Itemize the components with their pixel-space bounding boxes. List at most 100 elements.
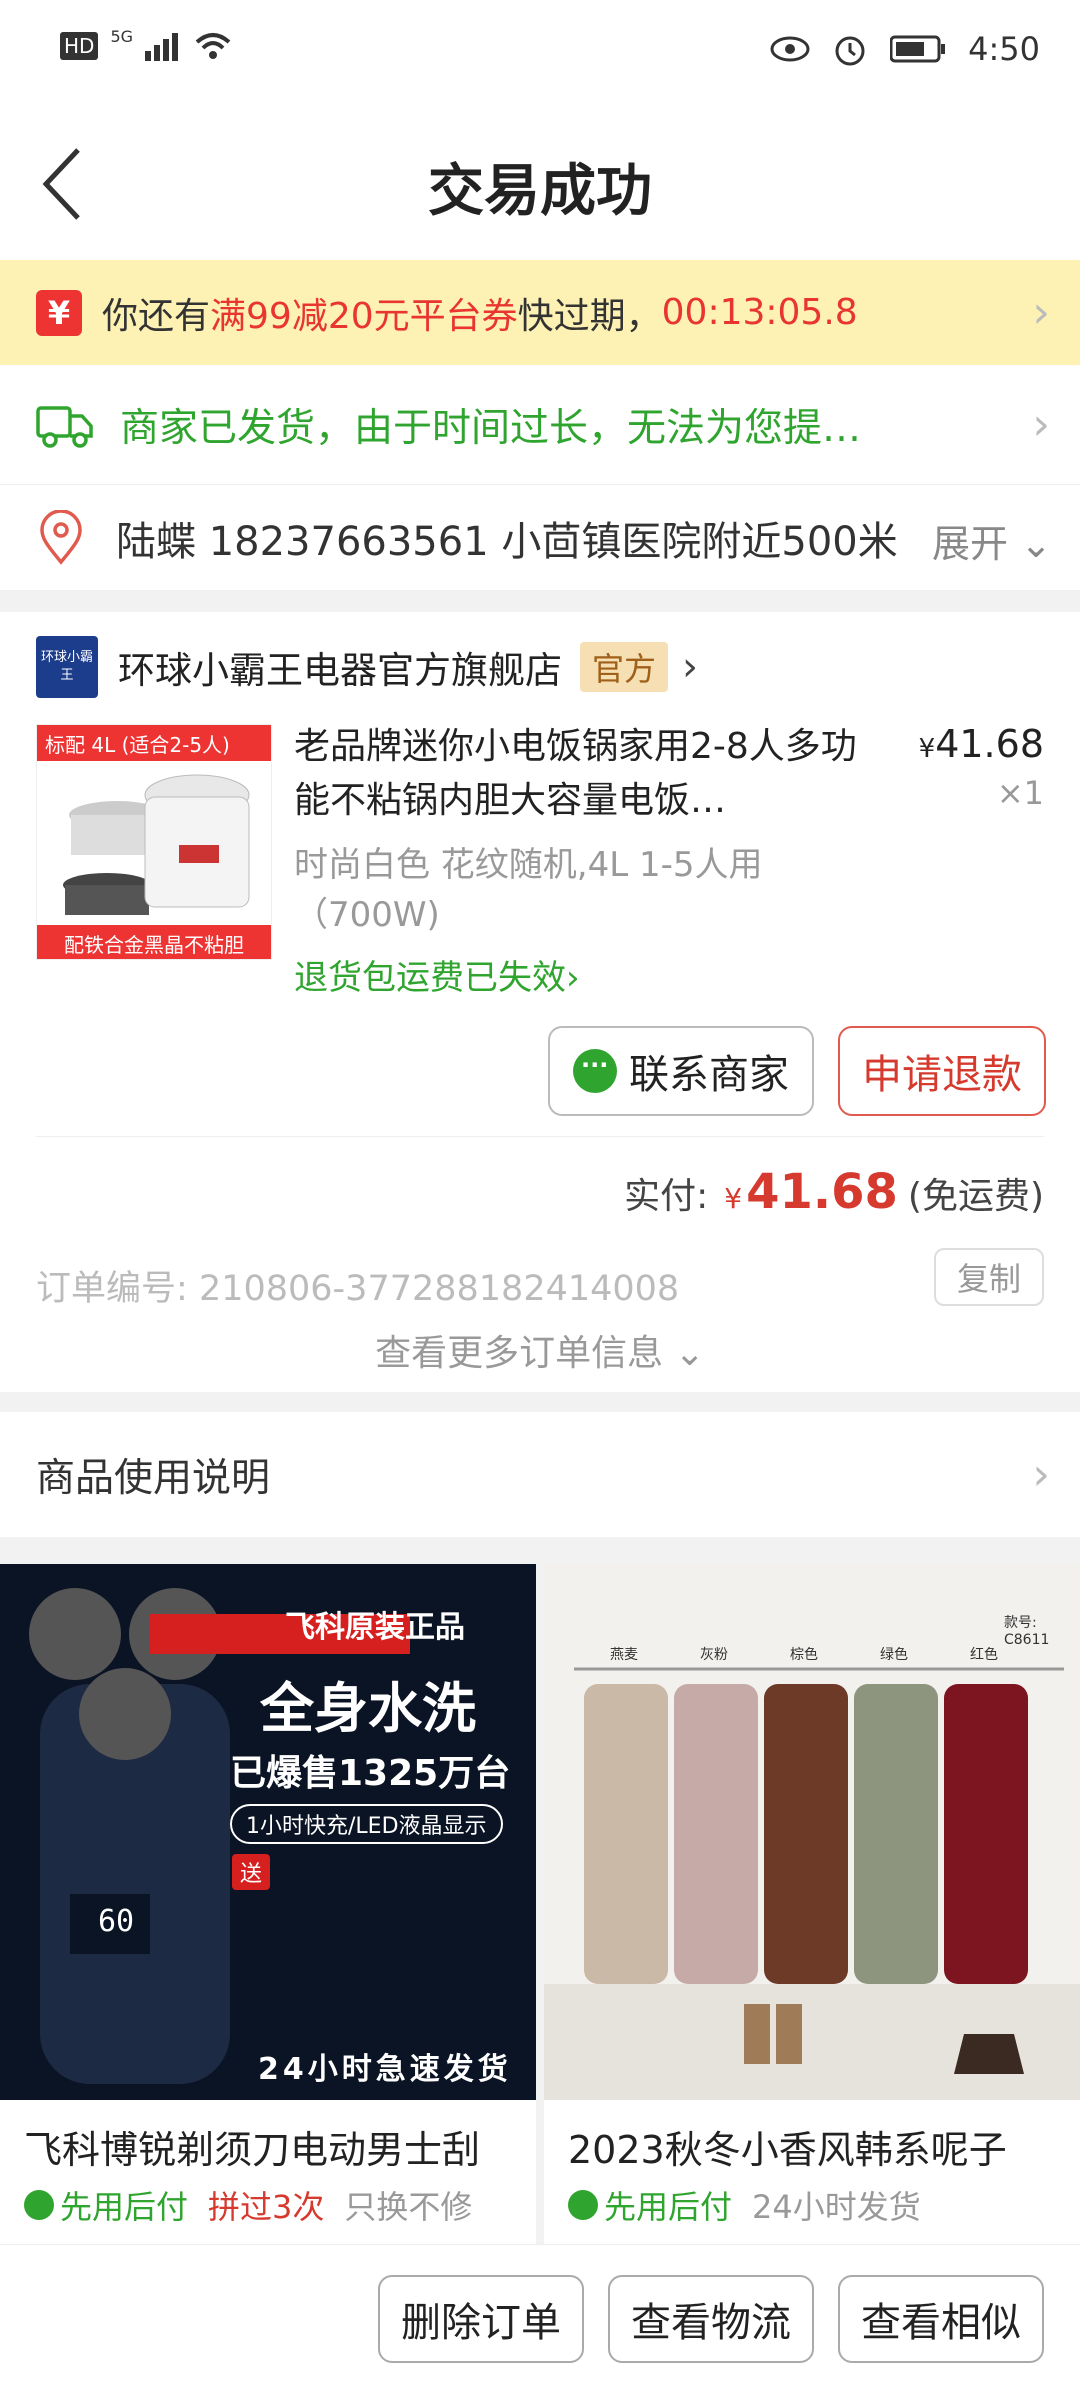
tag-text: 拼过3次 (208, 2188, 325, 2226)
tag-text: 只换不修 (344, 2188, 473, 2226)
status-bar: HD 5G 4:50 (0, 0, 1080, 110)
network-type: 5G (110, 26, 134, 46)
paid-note: (免运费) (907, 1176, 1044, 1217)
shop-name: 环球小霸王电器官方旗舰店 (118, 649, 562, 692)
recommendation-image: 款号: C8611 燕麦 灰粉 棕色 绿色 红色 (544, 1564, 1080, 2100)
return-shipping-note[interactable]: 退货包运费已失效› (294, 950, 580, 999)
rec-img-text: 1小时快充/LED液晶显示 (230, 1804, 503, 1844)
paid-amount: 41.68 (746, 1164, 898, 1220)
order-number: 订单编号: 210806-377288182414008 (36, 1260, 679, 1311)
battery-icon (890, 35, 946, 63)
shipping-text: 商家已发货，由于时间过长，无法为您提… (120, 405, 862, 451)
chevron-right-icon: › (1032, 399, 1050, 450)
order-number-label: 订单编号: (36, 1269, 188, 1309)
bottom-action-bar: 删除订单 查看物流 查看相似 (0, 2244, 1080, 2388)
order-card: 环球小霸王 环球小霸王电器官方旗舰店 官方 › 标配 4L (适合2-5人) 配… (0, 612, 1080, 1392)
coupon-middle: 快过期， (517, 295, 662, 337)
status-right: 4:50 (770, 30, 1040, 68)
coupon-icon: ¥ (36, 289, 82, 336)
pay-later-tag: 先用后付 (24, 2182, 188, 2228)
rec-img-text: 24小时急速发货 (258, 2052, 512, 2087)
product-quantity: ×1 (996, 774, 1044, 812)
address-text: 陆蝶 18237663561 小茴镇医院附近500米 (116, 518, 898, 565)
tag-text: 先用后付 (604, 2188, 733, 2226)
product-image[interactable]: 标配 4L (适合2-5人) 配铁合金黑晶不粘胆 (36, 724, 272, 960)
chat-icon (573, 1049, 617, 1093)
coupon-highlight: 满99减20元平台券 (210, 295, 518, 337)
chevron-right-icon: › (682, 644, 699, 690)
rec-img-text: 送 (232, 1854, 271, 1890)
contact-label: 联系商家 (629, 1052, 789, 1098)
view-similar-button[interactable]: 查看相似 (838, 2275, 1044, 2363)
rec-img-text: 灰粉 (700, 1647, 728, 1663)
rec-img-text: 棕色 (790, 1647, 818, 1663)
rec-img-text: 飞科原装正品 (285, 1610, 465, 1645)
recommendation-card[interactable]: 款号: C8611 燕麦 灰粉 棕色 绿色 红色 2023秋冬小香风韩系呢子 先… (544, 1564, 1080, 2244)
usage-label: 商品使用说明 (36, 1455, 271, 1501)
paid-label: 实付: (624, 1176, 709, 1217)
paid-symbol: ¥ (724, 1182, 743, 1215)
pay-later-tag: 先用后付 (568, 2182, 732, 2228)
contact-merchant-button[interactable]: 联系商家 (548, 1026, 814, 1116)
official-badge: 官方 (580, 642, 669, 692)
chevron-right-icon: › (1032, 1449, 1050, 1500)
return-note-text: 退货包运费已失效 (294, 958, 566, 998)
truck-icon (36, 405, 93, 448)
order-number-value: 210806-377288182414008 (198, 1269, 680, 1309)
more-order-info-link[interactable]: 查看更多订单信息 ⌄ (0, 1324, 1080, 1376)
eye-icon (770, 36, 810, 62)
payment-row: 实付: ¥ 41.68 (免运费) (624, 1164, 1044, 1220)
product-title[interactable]: 老品牌迷你小电饭锅家用2-8人多功能不粘锅内胆大容量电饭… (294, 720, 884, 828)
recommendation-card[interactable]: 飞科原装正品 全身水洗 已爆售1325万台 1小时快充/LED液晶显示 送 60… (0, 1564, 536, 2244)
delete-order-button[interactable]: 删除订单 (378, 2275, 584, 2363)
coupon-prefix: 你还有 (102, 295, 211, 337)
location-pin-icon (40, 509, 82, 565)
price-symbol: ¥ (918, 734, 936, 764)
recommendation-image: 飞科原装正品 全身水洗 已爆售1325万台 1小时快充/LED液晶显示 送 60… (0, 1564, 536, 2100)
divider (36, 1136, 1044, 1137)
copy-button[interactable]: 复制 (934, 1248, 1044, 1306)
rec-img-text: 已爆售1325万台 (230, 1753, 511, 1794)
product-usage-row[interactable]: 商品使用说明 › (0, 1412, 1080, 1537)
coupon-countdown: 00:13:05.8 (661, 292, 858, 333)
wifi-icon (195, 33, 231, 59)
rec-img-text: 红色 (970, 1647, 998, 1663)
product-price: ¥41.68 (919, 722, 1044, 766)
address-expand-button[interactable]: 展开 ⌄ (926, 513, 1052, 568)
chevron-right-icon: › (1032, 287, 1050, 338)
coupon-banner[interactable]: ¥ 你还有 满99减20元平台券 快过期， 00:13:05.8 › (0, 260, 1080, 365)
recommendation-tags: 先用后付 拼过3次 只换不修 (24, 2182, 472, 2228)
pay-later-icon (24, 2190, 54, 2220)
shop-logo: 环球小霸王 (36, 636, 98, 698)
more-info-label: 查看更多订单信息 (375, 1333, 664, 1374)
view-logistics-button[interactable]: 查看物流 (608, 2275, 814, 2363)
expand-label: 展开 (932, 522, 1009, 566)
navbar: 交易成功 (0, 110, 1080, 260)
clock-time: 4:50 (968, 30, 1040, 68)
recommendation-title: 2023秋冬小香风韩系呢子 (568, 2128, 1007, 2172)
page-title: 交易成功 (428, 159, 652, 224)
chevron-down-icon: ⌄ (1020, 522, 1052, 566)
rec-img-text: 60 (98, 1904, 135, 1939)
shipping-status-row[interactable]: 商家已发货，由于时间过长，无法为您提… › (0, 365, 1080, 485)
signal-icon (145, 33, 179, 61)
rec-img-text: 全身水洗 (260, 1677, 476, 1740)
product-image-tag-bottom: 配铁合金黑晶不粘胆 (37, 925, 271, 959)
shop-row[interactable]: 环球小霸王 环球小霸王电器官方旗舰店 官方 › (36, 636, 698, 698)
hd-badge: HD (60, 32, 99, 60)
rec-img-text: 款号: C8611 (1004, 1615, 1050, 1648)
rec-img-text: 绿色 (880, 1647, 908, 1663)
pay-later-icon (568, 2190, 598, 2220)
recommendation-tags: 先用后付 24小时发货 (568, 2182, 921, 2228)
status-left: HD 5G (60, 26, 233, 62)
request-refund-button[interactable]: 申请退款 (838, 1026, 1046, 1116)
tag-text: 24小时发货 (752, 2188, 921, 2226)
product-spec: 时尚白色 花纹随机,4L 1-5人用（700W) (294, 845, 763, 935)
address-row[interactable]: 陆蝶 18237663561 小茴镇医院附近500米 展开 ⌄ (0, 485, 1080, 590)
rec-img-text: 燕麦 (610, 1647, 638, 1663)
recommendation-title: 飞科博锐剃须刀电动男士刮 (24, 2128, 481, 2172)
chevron-down-icon: ⌄ (674, 1333, 705, 1374)
price-value: 41.68 (935, 722, 1044, 766)
alarm-icon (835, 36, 865, 66)
chevron-right-icon: › (566, 958, 580, 998)
